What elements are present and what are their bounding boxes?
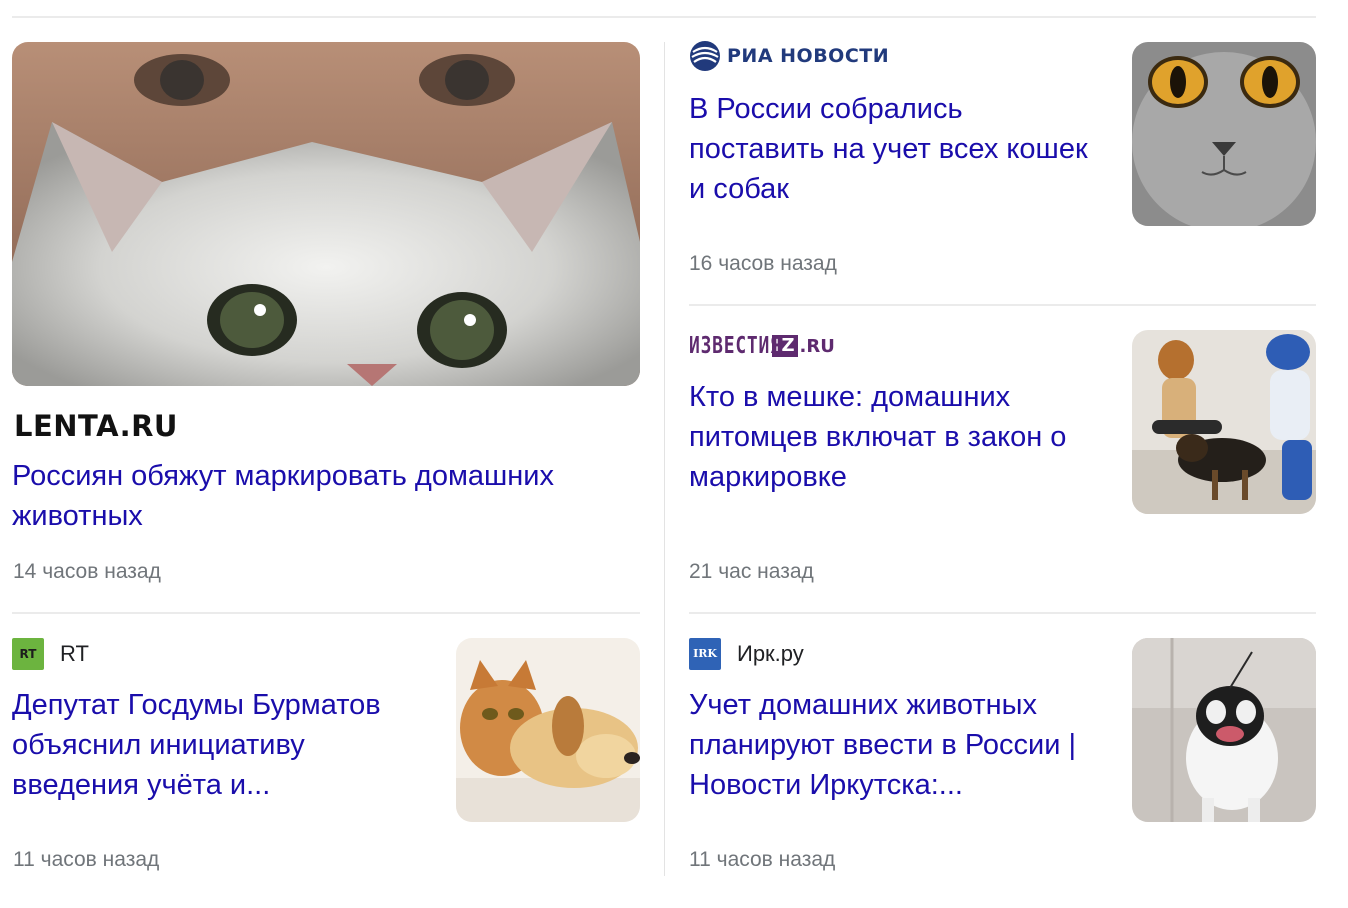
article-headline[interactable]: Депутат Госдумы Бурматов объяснил инициа… (12, 685, 432, 805)
article-thumbnail[interactable] (1132, 42, 1316, 226)
source-domain: .RU (799, 335, 835, 357)
source-logo-rt: RT RT (12, 638, 89, 670)
source-logo-ria: РИА НОВОСТИ (689, 40, 890, 72)
article-timestamp: 21 час назад (689, 560, 814, 583)
source-name: Ирк.ру (737, 641, 804, 666)
row-divider-left (12, 612, 640, 614)
source-logo-lenta: LENTA.RU (14, 408, 178, 444)
source-name: ИЗВЕСТИЯ (689, 333, 782, 359)
article-timestamp: 11 часов назад (13, 848, 160, 871)
source-name: РИА НОВОСТИ (727, 45, 890, 67)
source-logo-izvestia: ИЗВЕСТИЯ IZ .RU (689, 332, 835, 360)
source-name: LENTA.RU (14, 409, 178, 443)
news-card-irk[interactable]: IRK Ирк.ру Учет домашних животных планир… (689, 638, 1316, 878)
article-headline[interactable]: В России собрались поставить на учет все… (689, 89, 1089, 209)
row-divider-right-2 (689, 612, 1316, 614)
article-timestamp: 14 часов назад (13, 560, 161, 583)
news-card-lenta[interactable]: LENTA.RU Россиян обяжут маркировать дома… (12, 42, 640, 592)
column-divider (664, 42, 665, 876)
news-card-izvestia[interactable]: ИЗВЕСТИЯ IZ .RU Кто в мешке: домашних пи… (689, 330, 1316, 592)
source-name: RT (60, 641, 89, 666)
article-headline[interactable]: Учет домашних животных планируют ввести … (689, 685, 1109, 805)
article-thumbnail[interactable] (1132, 330, 1316, 514)
row-divider-right-1 (689, 304, 1316, 306)
article-headline[interactable]: Россиян обяжут маркировать домашних живо… (12, 456, 640, 536)
source-logo-irk: IRK Ирк.ру (689, 638, 804, 670)
article-thumbnail[interactable] (1132, 638, 1316, 822)
news-card-rt[interactable]: RT RT Депутат Госдумы Бурматов объяснил … (12, 638, 640, 878)
rt-logo-icon: RT (12, 638, 44, 670)
article-timestamp: 11 часов назад (689, 848, 836, 871)
article-thumbnail[interactable] (12, 42, 640, 386)
article-headline[interactable]: Кто в мешке: домашних питомцев включат в… (689, 377, 1109, 497)
irk-logo-icon: IRK (689, 638, 721, 670)
ria-novosti-globe-icon (689, 40, 721, 72)
article-thumbnail[interactable] (456, 638, 640, 822)
article-timestamp: 16 часов назад (689, 252, 837, 275)
news-card-ria[interactable]: РИА НОВОСТИ В России собрались поставить… (689, 40, 1316, 284)
top-divider (12, 16, 1316, 18)
